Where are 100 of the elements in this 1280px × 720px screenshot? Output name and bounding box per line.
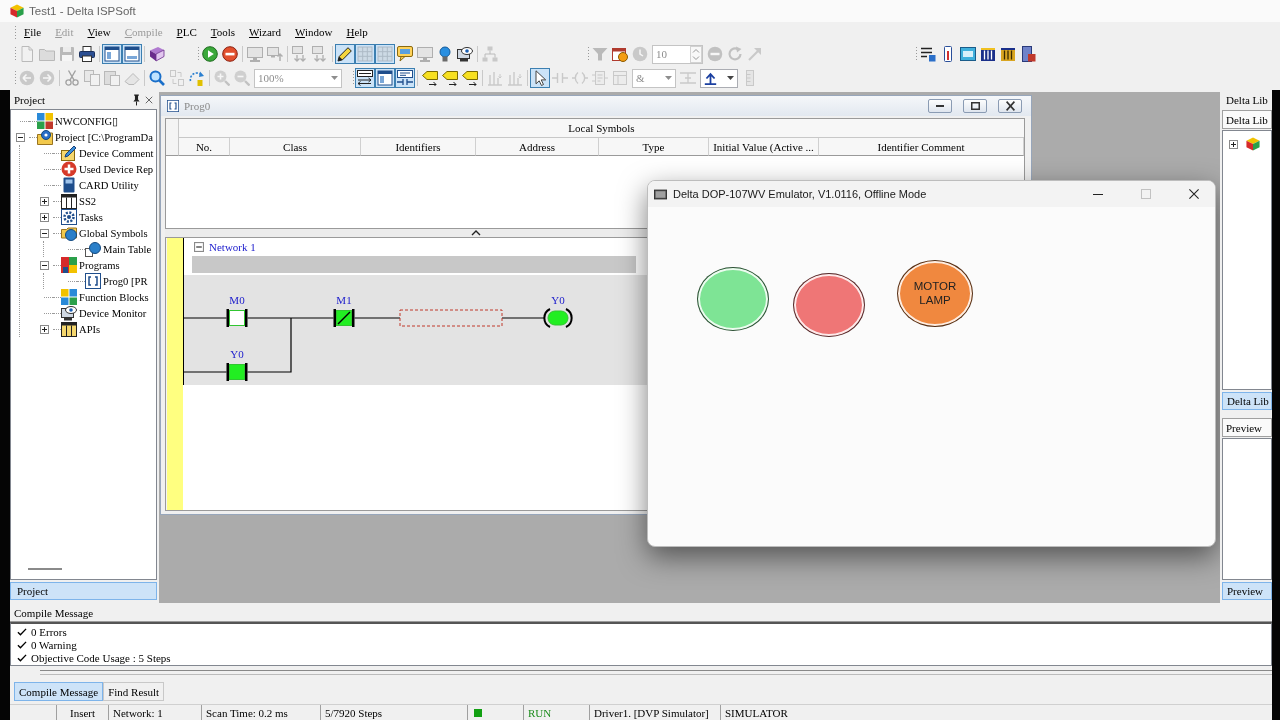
grid-icon — [377, 46, 393, 62]
tree-item[interactable]: Device Comment — [79, 147, 154, 159]
pointer-icon — [532, 70, 548, 86]
coil-symbol[interactable] — [543, 308, 573, 328]
column-header[interactable]: Class — [230, 138, 361, 156]
contact-symbol[interactable] — [226, 309, 248, 327]
arrows-table-button[interactable] — [355, 68, 375, 88]
column-header[interactable]: Identifier Comment — [819, 138, 1024, 156]
printer-button[interactable] — [77, 44, 97, 64]
pin-icon[interactable] — [133, 94, 140, 106]
tree-item[interactable]: SS2 — [79, 195, 97, 207]
caret-icon[interactable] — [471, 229, 481, 237]
minimize-button[interactable] — [928, 99, 952, 113]
panel-tab[interactable]: Preview — [1222, 582, 1272, 600]
dropdown[interactable] — [700, 68, 738, 88]
close-button[interactable] — [998, 99, 1022, 113]
window-button[interactable] — [102, 44, 122, 64]
comment-field[interactable] — [192, 256, 636, 273]
panel-tab[interactable]: Compile Message — [14, 682, 104, 701]
panel-tab[interactable]: Delta Lib — [1222, 392, 1272, 410]
folder-icon — [39, 46, 55, 62]
tree-item[interactable]: Global Symbols — [79, 227, 148, 239]
collapse-icon[interactable] — [39, 228, 49, 238]
menu-item[interactable]: PLC — [169, 26, 204, 38]
column-header[interactable]: No. — [179, 138, 230, 156]
column-header[interactable]: Address — [476, 138, 599, 156]
tree-item[interactable]: Device Monitor — [79, 307, 147, 319]
tag-button[interactable] — [460, 68, 480, 88]
column-header[interactable]: Identifiers — [361, 138, 476, 156]
copy-icon — [84, 70, 100, 86]
scrollbar-thumb[interactable] — [28, 568, 62, 570]
contact-note-button[interactable] — [395, 68, 415, 88]
window-button[interactable] — [122, 44, 142, 64]
restore-button[interactable] — [963, 99, 987, 113]
status-text: Driver1. [DVP Simulator] — [594, 706, 709, 719]
panel-tab[interactable]: Project — [10, 582, 157, 600]
close-icon[interactable] — [145, 96, 153, 104]
collapse-icon[interactable] — [39, 260, 49, 270]
column-header[interactable]: Initial Value (Active ... — [709, 138, 819, 156]
box-button[interactable] — [147, 44, 167, 64]
stop-button[interactable] — [220, 44, 240, 64]
monitor-arrow-icon — [267, 46, 283, 62]
tree-item[interactable]: Programs — [79, 259, 120, 271]
tag-icon — [462, 70, 478, 86]
screen-button[interactable] — [958, 44, 978, 64]
minimize-icon — [1093, 193, 1103, 195]
grid-icon — [357, 46, 373, 62]
tree-item[interactable]: Tasks — [79, 211, 103, 223]
check-icon — [17, 626, 27, 637]
light-bulb-icon — [437, 46, 453, 62]
panel-tab[interactable]: Find Result — [103, 682, 165, 701]
tree-item[interactable]: Used Device Rep — [79, 163, 154, 175]
pointer-button[interactable] — [530, 68, 550, 88]
menu-item[interactable]: Wizard — [242, 26, 288, 38]
column-header[interactable]: Type — [599, 138, 709, 156]
caret-icon — [331, 76, 338, 80]
expand-icon[interactable] — [39, 212, 49, 222]
undo-icon — [19, 70, 35, 86]
tree-item[interactable]: Main Table — [103, 243, 152, 255]
monitor-eye-button[interactable] — [455, 44, 475, 64]
window-icon — [377, 70, 393, 86]
expand-icon[interactable] — [1229, 139, 1238, 149]
function-block-icon — [592, 70, 608, 86]
bar-chart-icon — [507, 70, 523, 86]
dotted-arrow-icon — [189, 70, 205, 86]
collapse-icon[interactable] — [15, 132, 25, 142]
expand-icon[interactable] — [39, 196, 49, 206]
download-icon — [312, 46, 328, 62]
tree-item[interactable]: Function Blocks — [79, 291, 149, 303]
menu-item[interactable]: View — [80, 26, 118, 38]
tag-button[interactable] — [420, 68, 440, 88]
menu-item[interactable]: File — [17, 26, 49, 38]
menu-item[interactable]: Tools — [203, 26, 243, 38]
status-text: Scan Time: 0.2 ms — [206, 706, 288, 719]
list-icon — [920, 46, 936, 62]
menu-item[interactable]: Help — [339, 26, 375, 38]
speech-bubble-button[interactable] — [395, 44, 415, 64]
contact-note-icon — [397, 70, 413, 86]
search-button[interactable] — [147, 68, 167, 88]
tree-item[interactable]: CARD Utility — [79, 179, 139, 191]
coil-icon — [572, 70, 588, 86]
cube-icon — [10, 4, 24, 18]
tag-icon — [442, 70, 458, 86]
clock-icon — [632, 46, 648, 62]
pencil-button[interactable] — [335, 44, 355, 64]
tree-item[interactable]: APIs — [79, 323, 101, 335]
minus-circle-icon — [707, 46, 723, 62]
menu-item[interactable]: Window — [288, 26, 340, 38]
contact-symbol[interactable] — [226, 363, 248, 381]
play-button[interactable] — [200, 44, 220, 64]
status-text: 5/7920 Steps — [325, 706, 383, 719]
tree-item[interactable]: NWCONFIG▯ — [55, 115, 119, 127]
window-button[interactable] — [375, 68, 395, 88]
expand-icon[interactable] — [39, 324, 49, 334]
tree-item[interactable]: Prog0 [PR — [103, 275, 148, 287]
tag-button[interactable] — [440, 68, 460, 88]
up-arrow-icon — [704, 71, 717, 85]
indicator-lamp[interactable]: MOTOR LAMP — [897, 260, 973, 327]
contact-symbol[interactable] — [333, 309, 355, 327]
tree-item[interactable]: Project [C:\ProgramDa — [55, 131, 153, 143]
